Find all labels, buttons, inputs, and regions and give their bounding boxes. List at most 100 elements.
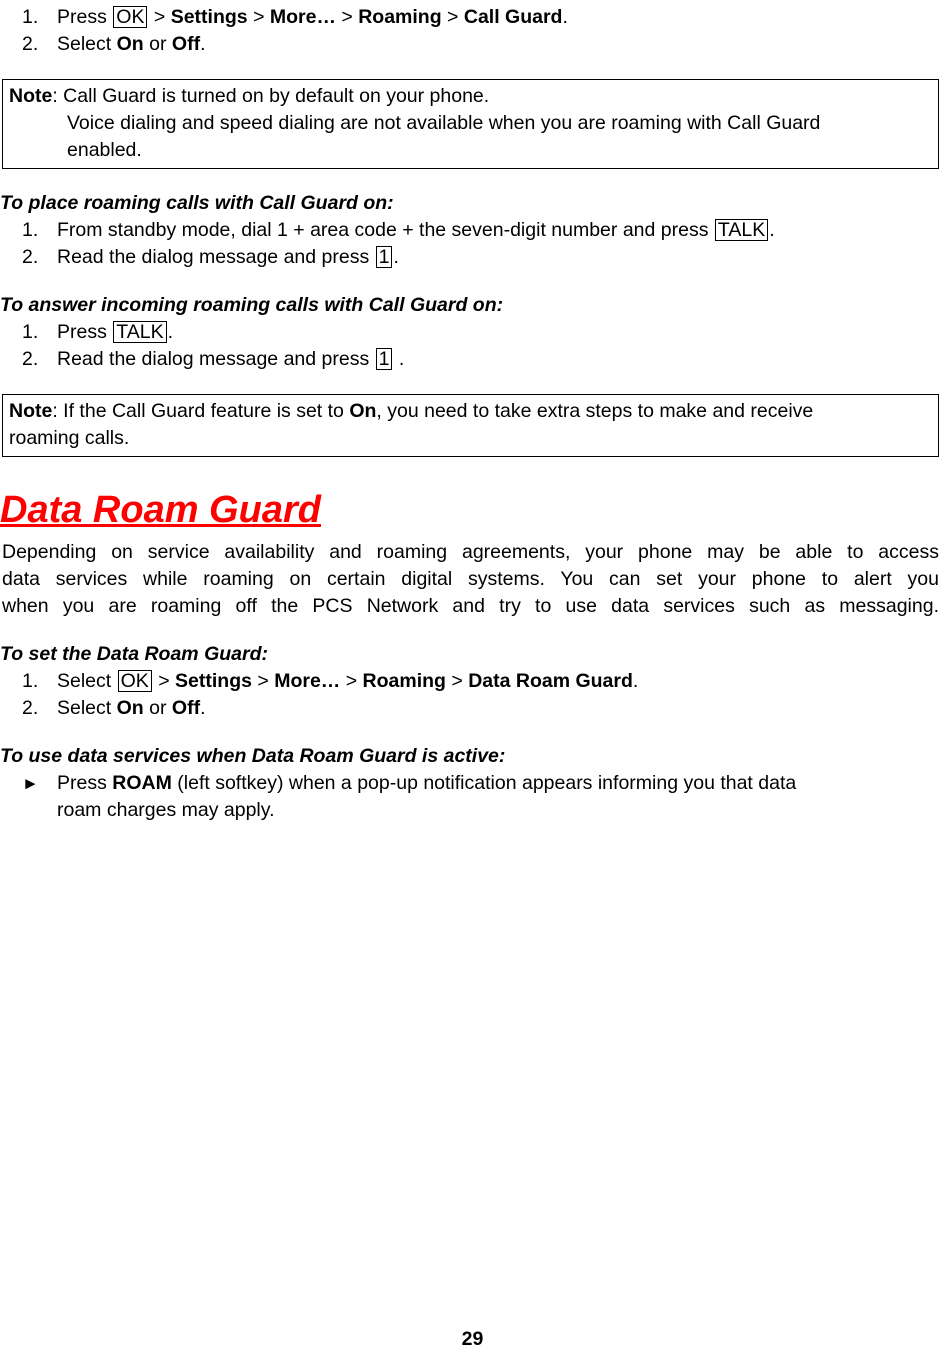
one-keycap[interactable]: 1 [375,348,393,370]
list-item: 2. Read the dialog message and press 1. [0,244,945,271]
list-item: 1. Select OK > Settings > More… > Roamin… [0,668,945,695]
talk-keycap[interactable]: TALK [113,321,167,343]
menu-separator: > [257,670,269,692]
list-item-text: Select On or Off. [57,695,945,722]
note-text: , you need to take extra steps to make a… [376,400,814,422]
menu-separator: > [341,6,353,28]
period: . [769,219,775,241]
option-off[interactable]: Off [172,697,200,719]
period: . [562,6,568,28]
list-item-text: Press ROAM (left softkey) when a pop-up … [57,770,945,797]
option-on[interactable]: On [117,33,144,55]
menu-separator: > [447,6,459,28]
menu-separator: > [253,6,265,28]
list-item: 2. Select On or Off. [0,695,945,722]
press-label: Press [57,6,107,28]
menu-item-data-roam-guard[interactable]: Data Roam Guard [468,670,633,692]
note-label: Note [9,85,53,107]
select-label: Select [57,697,112,719]
menu-separator: > [153,6,166,28]
menu-item-roaming[interactable]: Roaming [363,670,446,692]
option-on[interactable]: On [349,400,376,422]
page-title-data-roam-guard: Data Roam Guard [0,489,321,531]
period: . [200,697,206,719]
press-label: Press [57,772,107,794]
list-item-text-wrap: roam charges may apply. [57,799,275,821]
period: . [393,246,399,268]
note-line: roaming calls. [9,427,130,449]
paragraph-text: Depending on service availability and ro… [2,541,939,563]
option-off[interactable]: Off [172,33,200,55]
note-label: Note [9,400,53,422]
ok-keycap[interactable]: OK [113,6,148,28]
menu-item-more[interactable]: More… [270,6,336,28]
menu-item-call-guard[interactable]: Call Guard [464,6,563,28]
or-label: or [149,697,167,719]
note-box-call-guard-on: Note: If the Call Guard feature is set t… [2,394,939,457]
set-data-roam-guard-steps-list: 1. Select OK > Settings > More… > Roamin… [0,668,945,722]
list-number: 1. [22,219,39,241]
list-item-text: Select OK > Settings > More… > Roaming >… [57,668,945,695]
section-heading-set-data-roam-guard: To set the Data Roam Guard: [0,643,268,665]
menu-item-roaming[interactable]: Roaming [358,6,441,28]
section-heading-use-data-services: To use data services when Data Roam Guar… [0,745,506,767]
list-item-text: Read the dialog message and press 1. [57,244,945,271]
call-guard-steps-list: 1. Press OK > Settings > More… > Roaming… [0,4,945,58]
use-data-services-list: ► Press ROAM (left softkey) when a pop-u… [0,770,945,824]
list-item: 1. Press TALK. [0,319,945,346]
list-number: 2. [22,348,39,370]
menu-separator: > [345,670,358,692]
step-text: Read the dialog message and press [57,348,370,370]
menu-item-settings[interactable]: Settings [175,670,252,692]
list-number: 1. [22,670,39,692]
ok-keycap[interactable]: OK [117,670,152,692]
paragraph-line: Depending on service availability and ro… [2,539,939,566]
list-item-text: Read the dialog message and press 1 . [57,346,945,373]
period: . [398,348,405,370]
period: . [632,670,639,692]
section-heading-place-calls: To place roaming calls with Call Guard o… [0,192,394,214]
list-item: 2. Read the dialog message and press 1 . [0,346,945,373]
paragraph-line: when you are roaming off the PCS Network… [2,593,939,620]
step-text: From standby mode, dial 1 + area code + … [57,219,709,241]
menu-item-settings[interactable]: Settings [171,6,248,28]
triangle-right-icon: ► [22,774,39,793]
or-label: or [149,33,167,55]
list-number: 2. [22,246,39,268]
list-item: 1. From standby mode, dial 1 + area code… [0,217,945,244]
note-line: enabled. [67,139,142,161]
one-keycap[interactable]: 1 [375,246,393,268]
period: . [200,33,206,55]
list-number: 1. [22,6,39,28]
heading-container: Data Roam Guard [0,489,945,537]
list-item-text: Press OK > Settings > More… > Roaming > … [57,4,945,31]
note-text: : Call Guard is turned on by default on … [52,85,490,107]
page-number: 29 [461,1328,484,1350]
list-item: 1. Press OK > Settings > More… > Roaming… [0,4,945,31]
list-number: 2. [22,33,39,55]
note-line: Note: Call Guard is turned on by default… [9,83,934,110]
softkey-roam[interactable]: ROAM [112,772,172,794]
document-page: 1. Press OK > Settings > More… > Roaming… [0,0,945,1363]
paragraph-text: data services while roaming on certain d… [2,568,939,590]
talk-keycap[interactable]: TALK [714,219,769,241]
menu-item-more[interactable]: More… [274,670,340,692]
step-text: (left softkey) when a pop-up notificatio… [177,772,797,794]
menu-separator: > [451,670,463,692]
step-text: Press [57,321,107,343]
note-line: Note: If the Call Guard feature is set t… [9,398,934,425]
section-heading-answer-calls: To answer incoming roaming calls with Ca… [0,294,504,316]
select-label: Select [57,670,112,692]
list-number: 2. [22,697,39,719]
paragraph-text: when you are roaming off the PCS Network… [2,595,939,617]
note-line: Voice dialing and speed dialing are not … [67,112,821,134]
select-label: Select [57,33,112,55]
note-text: : If the Call Guard feature is set to [52,400,350,422]
option-on[interactable]: On [117,697,144,719]
